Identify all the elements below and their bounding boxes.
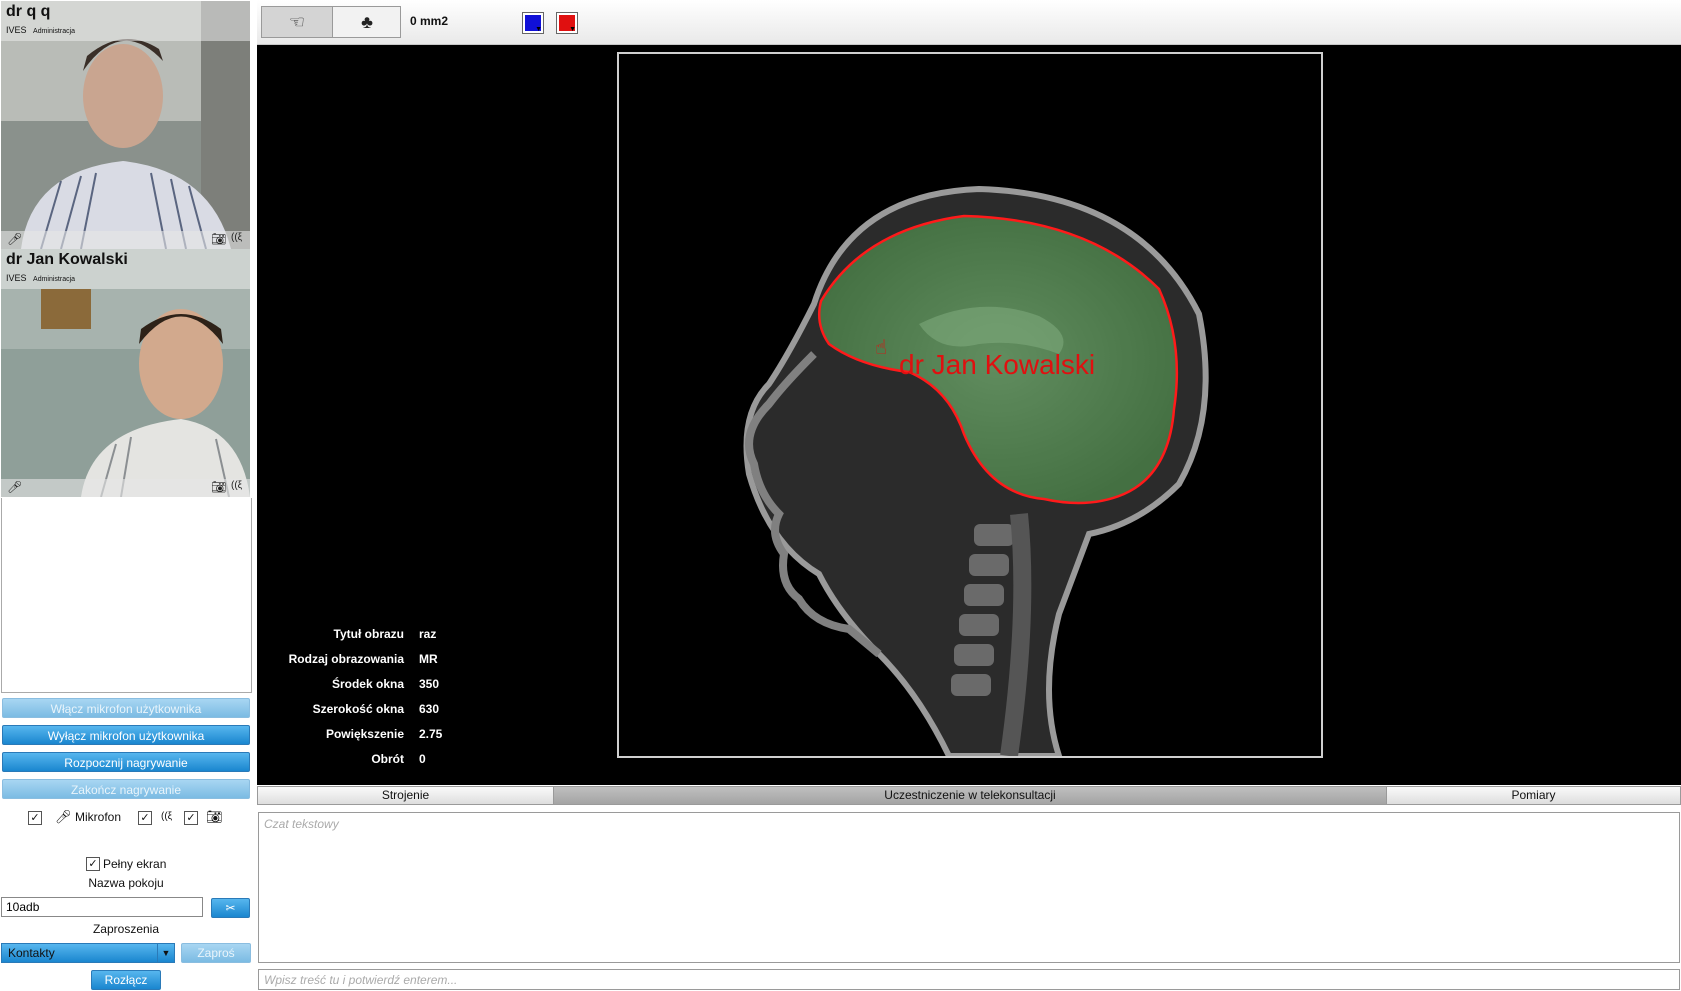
participant-org: IVES Administracja	[6, 273, 75, 283]
chat-history: Czat tekstowy	[258, 812, 1680, 963]
mri-image[interactable]: ☝ dr Jan Kowalski	[617, 52, 1323, 758]
participant-header: dr q q IVES Administracja	[1, 1, 250, 41]
microphone-icon[interactable]: 🎤︎	[7, 480, 22, 494]
fill-color-picker[interactable]: ▼	[556, 12, 578, 34]
shape-tool-button[interactable]: ♣	[332, 7, 402, 37]
info-key: Obrót	[371, 752, 404, 766]
info-row-window-width: Szerokość okna 630	[257, 702, 507, 722]
participant-footer: 🎤︎ 📷︎ ((ξ	[1, 479, 250, 497]
info-key: Środek okna	[331, 677, 404, 691]
info-value: 2.75	[419, 727, 443, 741]
pointer-tool-button[interactable]: ☜	[262, 7, 333, 37]
stop-recording-button[interactable]: Zakończ nagrywanie	[2, 779, 250, 799]
microphone-icon[interactable]: 🎤︎	[7, 232, 22, 246]
invite-button[interactable]: Zaproś	[181, 943, 251, 963]
fullscreen-checkbox[interactable]: ✓	[86, 857, 100, 871]
participant-video-1: dr q q IVES Administracja 🎤︎ 📷︎ ((ξ	[1, 1, 250, 249]
room-name-input[interactable]	[1, 897, 203, 917]
tab-measurements[interactable]: Pomiary	[1386, 786, 1681, 805]
info-row-window-center: Środek okna 350	[257, 677, 507, 697]
tool-selector: ☜ ♣	[261, 6, 401, 38]
camera-checkbox[interactable]: ✓	[184, 811, 198, 825]
mic-checkbox[interactable]: ✓	[28, 811, 42, 825]
participant-org-label: IVES	[6, 273, 27, 283]
scissors-icon: ✂	[225, 901, 236, 915]
info-row-modality: Rodzaj obrazowania MR	[257, 652, 507, 672]
info-value: 630	[419, 702, 440, 716]
mri-sagittal-image: ☝ dr Jan Kowalski	[743, 185, 1209, 756]
fullscreen-label: Pełny ekran	[103, 857, 167, 871]
participant-role: Administracja	[33, 28, 76, 35]
microphone-label: Mikrofon	[75, 810, 122, 824]
info-row-zoom: Powiększenie 2.75	[257, 727, 507, 747]
signal-icon: ((ξ	[161, 811, 173, 822]
participant-footer: 🎤︎ 📷︎ ((ξ	[1, 231, 250, 249]
hand-cursor-icon: ☝	[875, 335, 887, 359]
participant-video-2: dr Jan Kowalski IVES Administracja 🎤︎ 📷︎…	[1, 249, 250, 497]
start-recording-button[interactable]: Rozpocznij nagrywanie	[2, 752, 250, 772]
left-panel: dr q q IVES Administracja 🎤︎ 📷︎ ((ξ dr J…	[0, 0, 252, 991]
chevron-down-icon: ▼	[569, 26, 576, 33]
disconnect-button[interactable]: Rozłącz	[91, 970, 161, 990]
info-value: raz	[419, 627, 437, 641]
participant-name: dr q q	[6, 3, 51, 20]
area-readout: 0 mm2	[410, 14, 449, 28]
contacts-dropdown[interactable]: Kontakty ▼	[1, 943, 175, 963]
participants-list-area	[1, 498, 252, 693]
info-row-title: Tytuł obrazu raz	[257, 627, 507, 647]
microphone-icon: 🎤︎	[55, 809, 72, 824]
image-annotation[interactable]: dr Jan Kowalski	[899, 349, 1095, 380]
camera-icon: 📷︎	[206, 809, 223, 824]
info-key: Rodzaj obrazowania	[288, 652, 404, 666]
info-value: MR	[419, 652, 438, 666]
participant-org: IVES Administracja	[6, 25, 75, 35]
camera-icon[interactable]: 📷︎	[211, 480, 226, 494]
contacts-selected-value: Kontakty	[8, 946, 55, 960]
bottom-tabs: Strojenie Uczestniczenie w telekonsultac…	[257, 786, 1681, 806]
info-key: Tytuł obrazu	[333, 627, 404, 641]
disable-mic-button[interactable]: Wyłącz mikrofon użytkownika	[2, 725, 250, 745]
media-options-row: ✓ 🎤︎ Mikrofon ✓ ((ξ ✓ 📷︎	[0, 808, 252, 828]
signal-icon[interactable]: ((ξ	[231, 232, 242, 243]
invitations-label: Zaproszenia	[92, 922, 160, 936]
pointer-hand-icon: ☜	[288, 12, 306, 32]
room-name-label: Nazwa pokoju	[88, 876, 164, 890]
image-toolbar: ☜ ♣ 0 mm2 ▼ ▼	[257, 0, 1681, 45]
info-key: Powiększenie	[325, 727, 404, 741]
camera-icon[interactable]: 📷︎	[211, 232, 226, 246]
participant-name: dr Jan Kowalski	[6, 251, 128, 268]
image-viewer[interactable]: ☝ dr Jan Kowalski Tytuł obrazu raz Rodza…	[257, 45, 1681, 785]
tab-tuning[interactable]: Strojenie	[257, 786, 554, 805]
chevron-down-icon: ▼	[157, 944, 174, 962]
info-value: 350	[419, 677, 440, 691]
tab-teleconsultation[interactable]: Uczestniczenie w telekonsultacji	[553, 786, 1387, 805]
enable-mic-button[interactable]: Włącz mikrofon użytkownika	[2, 698, 250, 718]
participant-header: dr Jan Kowalski IVES Administracja	[1, 249, 250, 289]
chevron-down-icon: ▼	[535, 26, 542, 33]
shape-blob-icon: ♣	[361, 12, 373, 32]
stroke-color-picker[interactable]: ▼	[522, 12, 544, 34]
info-value: 0	[419, 752, 426, 766]
participant-org-label: IVES	[6, 25, 27, 35]
participant-role: Administracja	[33, 276, 76, 283]
info-row-rotation: Obrót 0	[257, 752, 507, 772]
signal-checkbox[interactable]: ✓	[138, 811, 152, 825]
scissors-button[interactable]: ✂	[211, 898, 250, 918]
chat-input[interactable]: Wpisz treść tu i potwierdź enterem...	[258, 969, 1680, 990]
signal-icon[interactable]: ((ξ	[231, 480, 242, 491]
info-key: Szerokość okna	[312, 702, 404, 716]
